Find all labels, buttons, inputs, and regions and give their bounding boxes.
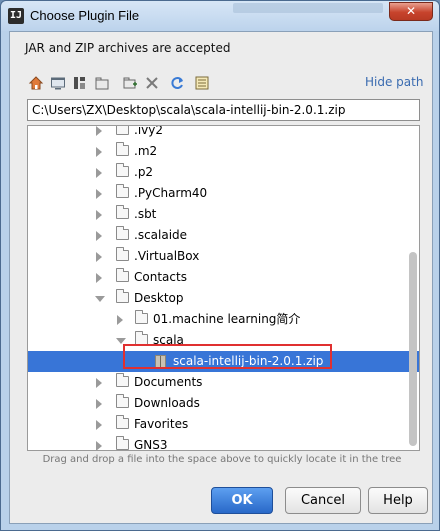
folder-icon <box>116 415 129 429</box>
tree-item[interactable]: Documents <box>28 372 408 393</box>
hide-path-link[interactable]: Hide path <box>365 75 423 89</box>
folder-icon <box>116 184 129 198</box>
folder-icon <box>116 394 129 408</box>
tree-item[interactable]: .scalaide <box>28 225 408 246</box>
help-button[interactable]: Help <box>368 487 428 514</box>
expand-arrow-icon[interactable] <box>96 420 102 430</box>
folder-icon <box>116 268 129 282</box>
folder-icon <box>116 247 129 261</box>
expand-arrow-icon[interactable] <box>96 378 102 388</box>
tree-item-label: 01.machine learning简介 <box>153 312 301 326</box>
folder-icon <box>116 289 129 303</box>
tree-item-label: .ivy2 <box>134 125 163 137</box>
tree-item[interactable]: .sbt <box>28 204 408 225</box>
tree-item[interactable]: 01.machine learning简介 <box>28 309 408 330</box>
tree-item-label: Documents <box>134 375 203 389</box>
expand-arrow-icon[interactable] <box>96 168 102 178</box>
drag-drop-hint: Drag and drop a file into the space abov… <box>42 454 402 465</box>
folder-icon <box>135 310 148 324</box>
project-icon[interactable] <box>71 74 89 92</box>
close-button[interactable]: ✕ <box>389 2 433 21</box>
folder-icon <box>116 436 129 450</box>
tree-item-label: GNS3 <box>134 438 168 451</box>
tree-item[interactable]: .m2 <box>28 141 408 162</box>
dialog-title: Choose Plugin File <box>30 8 140 23</box>
delete-icon[interactable] <box>143 74 161 92</box>
folder-icon <box>116 126 129 135</box>
folder-icon <box>116 163 129 177</box>
tree-item-label: Favorites <box>134 417 189 431</box>
expand-arrow-icon[interactable] <box>96 231 102 241</box>
tree-scrollbar[interactable] <box>409 130 417 446</box>
tree-item-label: Downloads <box>134 396 200 410</box>
tree-item[interactable]: Downloads <box>28 393 408 414</box>
tree-item[interactable]: Favorites <box>28 414 408 435</box>
file-toolbar <box>27 74 327 94</box>
dialog-window: IJ Choose Plugin File ✕ JAR and ZIP arch… <box>0 0 440 531</box>
tree-item[interactable]: .p2 <box>28 162 408 183</box>
accepted-types-label: JAR and ZIP archives are accepted <box>25 41 231 55</box>
tree-item[interactable]: Contacts <box>28 267 408 288</box>
show-hidden-icon[interactable] <box>193 74 211 92</box>
folder-icon <box>116 205 129 219</box>
tree-item-label: .p2 <box>134 165 154 179</box>
ok-button[interactable]: OK <box>211 487 273 514</box>
dialog-content: JAR and ZIP archives are accepted Hide p… <box>9 31 433 524</box>
tree-item[interactable]: .ivy2 <box>28 125 408 141</box>
tree-item-label: .VirtualBox <box>134 249 200 263</box>
cancel-button[interactable]: Cancel <box>285 487 361 514</box>
intellij-app-icon: IJ <box>8 8 24 24</box>
expand-arrow-icon[interactable] <box>96 273 102 283</box>
expand-arrow-icon[interactable] <box>96 210 102 220</box>
folder-icon <box>116 373 129 387</box>
folder-icon <box>116 226 129 240</box>
tree-item-label: Desktop <box>134 291 184 305</box>
collapse-arrow-icon[interactable] <box>95 296 105 302</box>
title-bar[interactable]: IJ Choose Plugin File ✕ <box>1 1 439 31</box>
tree-item-label: Contacts <box>134 270 187 284</box>
home-icon[interactable] <box>27 74 45 92</box>
tree-item[interactable]: .PyCharm40 <box>28 183 408 204</box>
tree-item[interactable]: Desktop <box>28 288 408 309</box>
tree-item-label: .PyCharm40 <box>134 186 208 200</box>
desktop-icon[interactable] <box>49 74 67 92</box>
expand-arrow-icon[interactable] <box>96 147 102 157</box>
expand-arrow-icon[interactable] <box>96 441 102 450</box>
refresh-icon[interactable] <box>168 74 186 92</box>
background-window-ghost <box>233 3 383 13</box>
tree-item-label: .m2 <box>134 144 158 158</box>
tree-item-label: .sbt <box>134 207 157 221</box>
file-tree[interactable]: .ivy2 .m2 .p2 .PyCharm40 .sbt .scalaide … <box>27 125 420 451</box>
expand-arrow-icon[interactable] <box>96 126 102 136</box>
path-input[interactable]: C:\Users\ZX\Desktop\scala\scala-intellij… <box>27 99 420 121</box>
folder-icon <box>116 142 129 156</box>
selection-highlight-box <box>123 344 332 369</box>
module-icon[interactable] <box>93 74 111 92</box>
expand-arrow-icon[interactable] <box>96 252 102 262</box>
expand-arrow-icon[interactable] <box>96 189 102 199</box>
tree-item[interactable]: GNS3 <box>28 435 408 451</box>
scrollbar-thumb[interactable] <box>409 252 417 446</box>
tree-item[interactable]: .VirtualBox <box>28 246 408 267</box>
tree-item-label: .scalaide <box>134 228 188 242</box>
expand-arrow-icon[interactable] <box>117 315 123 325</box>
new-folder-icon[interactable] <box>121 74 139 92</box>
expand-arrow-icon[interactable] <box>96 399 102 409</box>
